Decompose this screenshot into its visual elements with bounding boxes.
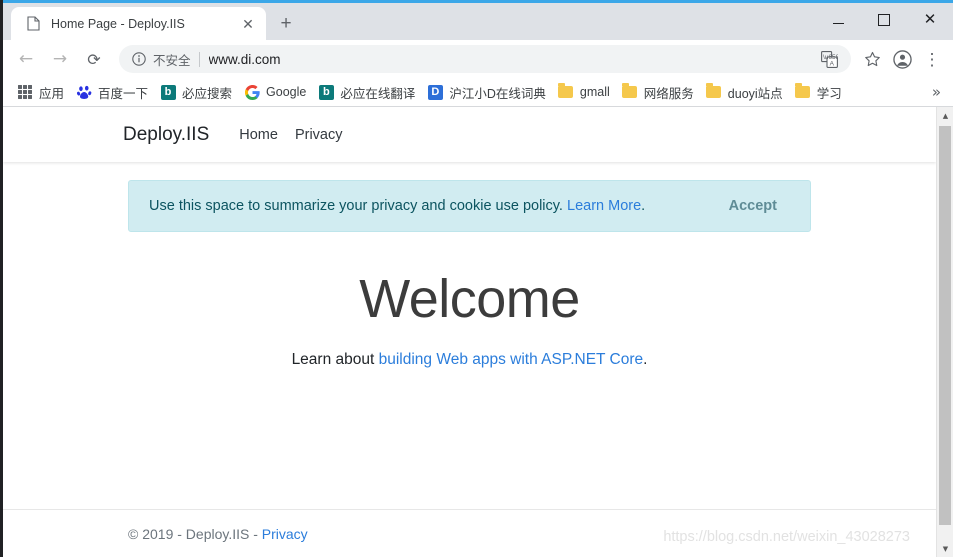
hero-sub-before: Learn about (291, 351, 379, 369)
google-icon (244, 84, 260, 100)
folder-icon (795, 83, 811, 100)
page-title: Welcome (359, 269, 580, 329)
site-navbar: Deploy.IIS Home Privacy (3, 107, 936, 162)
bookmark-label: 沪江小D在线词典 (449, 86, 546, 101)
scrollbar-thumb[interactable] (939, 126, 951, 526)
bookmark-bing-translate[interactable]: b 必应在线翻译 (312, 80, 421, 105)
browser-menu-icon[interactable]: ⋮ (917, 44, 947, 74)
folder-icon (622, 83, 638, 100)
hero-sub-after: . (643, 351, 648, 369)
footer-privacy-link[interactable]: Privacy (262, 526, 308, 542)
bookmark-label: 必应在线翻译 (340, 86, 416, 101)
hero-subtitle: Learn about building Web apps with ASP.N… (3, 351, 936, 369)
reload-icon[interactable]: ⟳ (79, 44, 109, 74)
minimize-button[interactable] (815, 3, 861, 36)
page-icon (25, 16, 41, 32)
address-bar[interactable]: 不安全 \u6587 A (119, 45, 851, 73)
maximize-button[interactable] (861, 3, 907, 36)
learn-more-link[interactable]: Learn More (567, 198, 641, 214)
bookmark-label: 网络服务 (643, 86, 694, 101)
svg-text:A: A (829, 60, 834, 67)
web-page: Deploy.IIS Home Privacy Use this space t… (3, 107, 936, 557)
window-controls: ✕ (815, 3, 953, 36)
baidu-icon (76, 84, 92, 100)
cookie-consent-banner: Use this space to summarize your privacy… (128, 180, 811, 232)
scroll-up-arrow-icon[interactable]: ▲ (937, 107, 953, 124)
bookmark-folder-duoyi[interactable]: duoyi站点 (700, 80, 789, 105)
page-scrollbar[interactable]: ▲ ▼ (936, 107, 953, 557)
bing-icon: b (160, 84, 176, 100)
site-brand[interactable]: Deploy.IIS (123, 124, 209, 146)
aspnet-core-link[interactable]: building Web apps with ASP.NET Core (379, 351, 644, 368)
profile-avatar-icon[interactable] (887, 44, 917, 74)
dict-icon: D (427, 84, 443, 100)
folder-icon (706, 83, 722, 100)
bookmarks-overflow-chevron-icon[interactable]: » (924, 81, 949, 103)
translate-icon[interactable]: \u6587 A (817, 47, 841, 71)
omnibox-divider (198, 51, 200, 67)
bookmark-label: 必应搜索 (182, 86, 233, 101)
bookmark-bing-search[interactable]: b 必应搜索 (154, 80, 238, 105)
folder-icon (558, 83, 574, 100)
tab-strip: Home Page - Deploy.IIS ✕ + ✕ (3, 3, 953, 40)
bookmarks-bar: 应用 百度一下 b 必应搜索 Google b 必应在线翻译 D 沪江小D在线词… (3, 78, 953, 107)
footer-copyright: © 2019 - Deploy.IIS - (128, 525, 262, 542)
forward-arrow-icon[interactable]: → (45, 44, 75, 74)
bookmark-apps[interactable]: 应用 (11, 80, 70, 105)
cookie-text-after: . (641, 198, 646, 214)
security-status-label: 不安全 (153, 53, 191, 68)
bookmark-label: 百度一下 (98, 86, 149, 101)
footer-text: © 2019 - Deploy.IIS - Privacy (128, 526, 308, 542)
tab-title: Home Page - Deploy.IIS (51, 16, 185, 31)
browser-toolbar: ← → ⟳ 不安全 \u6587 A (3, 40, 953, 78)
nav-link-privacy[interactable]: Privacy (295, 127, 343, 143)
bookmark-google[interactable]: Google (238, 81, 312, 103)
url-input[interactable] (208, 51, 813, 67)
accept-button[interactable]: Accept (716, 193, 790, 219)
page-viewport: Deploy.IIS Home Privacy Use this space t… (3, 107, 953, 557)
bing-icon: b (318, 84, 334, 100)
nav-link-home[interactable]: Home (239, 127, 278, 143)
cookie-text-before: Use this space to summarize your privacy… (149, 198, 567, 214)
scroll-down-arrow-icon[interactable]: ▼ (937, 540, 953, 557)
bookmark-hujiang-dict[interactable]: D 沪江小D在线词典 (421, 80, 552, 105)
browser-window: Home Page - Deploy.IIS ✕ + ✕ ← → ⟳ 不安全 w… (0, 0, 953, 557)
bookmark-folder-gmall[interactable]: gmall (552, 81, 616, 103)
bookmark-label: 学习 (816, 86, 842, 101)
bookmark-star-icon[interactable] (857, 44, 887, 74)
hero-section: Welcome Learn about building Web apps wi… (3, 232, 936, 369)
bookmark-label: gmall (579, 85, 610, 99)
close-window-button[interactable]: ✕ (907, 3, 953, 36)
scrollbar-track[interactable] (937, 124, 953, 540)
apps-grid-icon (17, 84, 33, 100)
back-arrow-icon[interactable]: ← (11, 44, 41, 74)
close-tab-icon[interactable]: ✕ (239, 15, 257, 33)
bookmark-baidu[interactable]: 百度一下 (70, 80, 154, 105)
tab-home-page[interactable]: Home Page - Deploy.IIS ✕ (11, 7, 266, 40)
bookmark-label: Google (266, 85, 307, 99)
info-circle-icon[interactable] (131, 51, 147, 67)
toolbar-right-actions: ⋮ (857, 44, 947, 74)
site-footer: © 2019 - Deploy.IIS - Privacy (3, 509, 936, 557)
bookmark-label: duoyi站点 (727, 86, 783, 101)
bookmark-label: 应用 (39, 86, 65, 101)
bookmark-folder-study[interactable]: 学习 (789, 80, 848, 105)
new-tab-button[interactable]: + (272, 9, 300, 37)
cookie-banner-text: Use this space to summarize your privacy… (149, 198, 704, 214)
bookmark-folder-network-services[interactable]: 网络服务 (616, 80, 700, 105)
